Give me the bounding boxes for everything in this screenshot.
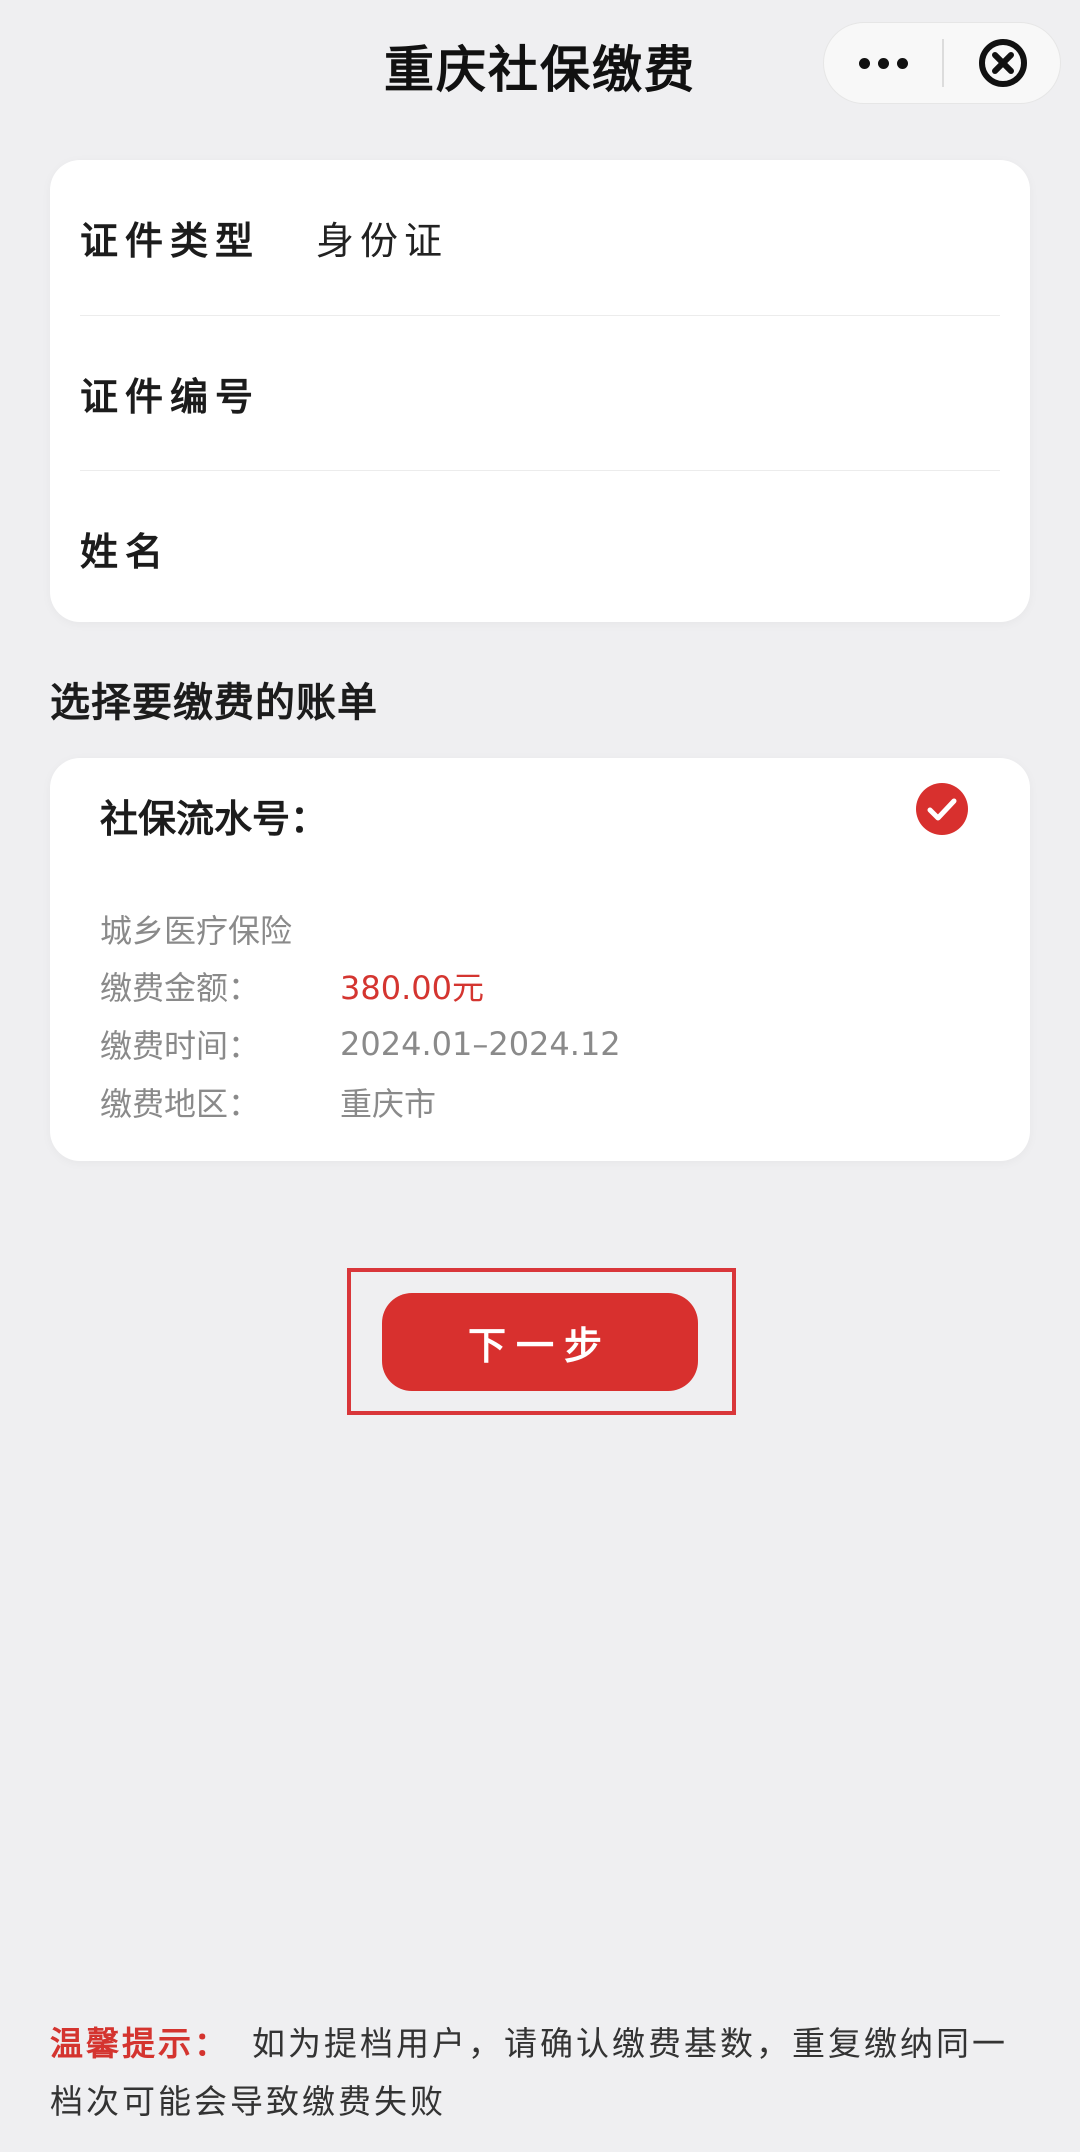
warm-tip-label: 温馨提示： (50, 2024, 230, 2063)
bill-section-title: 选择要缴费的账单 (50, 680, 378, 726)
identity-form-card: 证件类型 身份证 证件编号 姓名 (50, 160, 1030, 622)
amount-label: 缴费金额： (100, 969, 261, 1007)
more-button[interactable] (824, 23, 942, 103)
mini-program-capsule (823, 22, 1061, 104)
region-label: 缴费地区： (100, 1085, 261, 1123)
check-circle-icon[interactable] (916, 783, 968, 835)
id-type-value[interactable]: 身份证 (316, 210, 448, 265)
bill-period-line: 缴费时间： 2024.01–2024.12 (100, 1019, 990, 1069)
bill-card[interactable]: 社保流水号： 城乡医疗保险 缴费金额： 380.00元 缴费时间： 2024.0… (50, 758, 1030, 1161)
amount-value: 380.00元 (340, 969, 484, 1007)
id-type-row[interactable]: 证件类型 身份证 (80, 160, 1000, 315)
name-row[interactable]: 姓名 (80, 470, 1000, 626)
bill-region-line: 缴费地区： 重庆市 (100, 1077, 990, 1127)
next-step-button[interactable]: 下一步 (382, 1293, 698, 1391)
close-circle-icon (979, 39, 1027, 87)
id-number-label: 证件编号 (80, 375, 261, 419)
warm-tip: 温馨提示： 如为提档用户，请确认缴费基数，重复缴纳同一档次可能会导致缴费失败 (50, 2015, 1040, 2131)
name-label: 姓名 (80, 530, 171, 574)
region-value: 重庆市 (340, 1085, 437, 1123)
id-type-label: 证件类型 (80, 219, 261, 263)
bill-amount-line: 缴费金额： 380.00元 (100, 961, 990, 1011)
close-button[interactable] (944, 23, 1062, 103)
id-number-row[interactable]: 证件编号 (80, 315, 1000, 471)
bill-serial-label: 社保流水号： (100, 797, 329, 841)
period-value: 2024.01–2024.12 (340, 1025, 621, 1063)
more-dots-icon (858, 57, 908, 69)
period-label: 缴费时间： (100, 1027, 261, 1065)
bill-item-name: 城乡医疗保险 (100, 912, 293, 950)
